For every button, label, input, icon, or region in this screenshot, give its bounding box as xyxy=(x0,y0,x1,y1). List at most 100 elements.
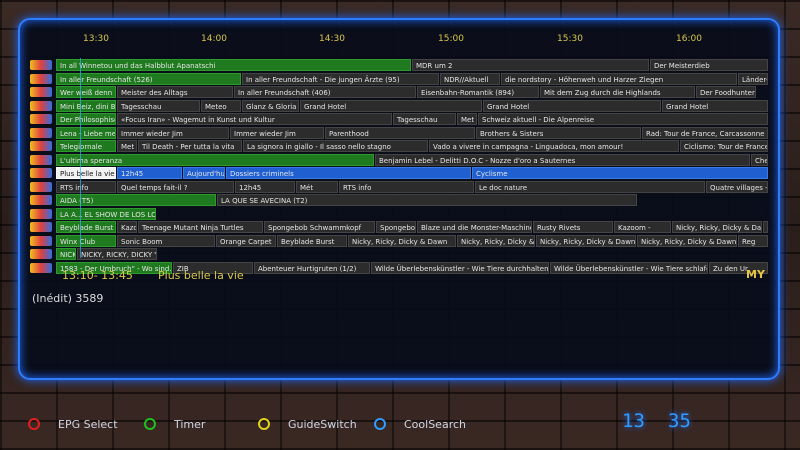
program-cell[interactable]: 12h45 xyxy=(235,180,295,193)
program-cell[interactable]: Tagesschau xyxy=(393,113,456,125)
program-cell[interactable]: Til Death - Per tutta la vita xyxy=(138,140,242,152)
program-cell[interactable]: Aujourd'hui xyxy=(183,167,225,179)
program-cell[interactable]: RTS info xyxy=(56,180,116,193)
program-cell[interactable]: die nordstory - Höhenweh und Harzer Zieg… xyxy=(501,72,737,85)
program-cell[interactable]: Immer wieder Jim xyxy=(117,126,229,139)
program-cell[interactable]: Dossiers criminels xyxy=(226,167,471,179)
program-cell[interactable]: Benjamin Lebel - Delitti D.O.C - Nozze d… xyxy=(375,153,750,166)
program-cell[interactable]: NDR//Aktuell xyxy=(440,72,500,85)
program-cell[interactable]: Wilde Überlebenskünstler - Wie Tiere dur… xyxy=(371,261,549,274)
program-cell[interactable]: Brothers & Sisters xyxy=(476,126,641,139)
program-cell[interactable]: Ciclismo: Tour de France 2018 - 16. tapp xyxy=(680,140,768,152)
timer-button[interactable]: Timer xyxy=(144,412,205,436)
program-cell[interactable]: Nicky, Ricky, Dicky & D xyxy=(763,221,768,233)
program-cell[interactable]: Mit dem Zug durch die Highlands xyxy=(540,86,695,98)
program-cell[interactable]: Mini Beiz, dini Beiz xyxy=(56,99,116,112)
program-cell[interactable]: Grand Hotel xyxy=(662,99,768,112)
program-cell[interactable]: Telegiornale xyxy=(56,140,116,152)
program-cell[interactable]: Spongebob xyxy=(376,221,416,233)
channel-logo-icon[interactable] xyxy=(30,154,52,165)
program-cell[interactable]: Eisenbahn-Romantik (894) xyxy=(417,86,539,98)
program-cell[interactable]: Grand Hotel xyxy=(300,99,482,112)
guide-switch-button[interactable]: GuideSwitch xyxy=(258,412,357,436)
program-cell[interactable]: Beyblade Burst xyxy=(277,234,347,247)
program-cell[interactable]: Blaze und die Monster-Maschinen xyxy=(417,221,532,233)
channel-logo-icon[interactable] xyxy=(30,222,52,232)
program-cell[interactable]: Lena - Liebe meines Lebens xyxy=(56,126,116,139)
program-cell[interactable]: Vado a vivere in campagna - Linguadoca, … xyxy=(429,140,679,152)
program-cell[interactable]: Länder-Mensche xyxy=(738,72,768,85)
channel-logo-icon[interactable] xyxy=(30,141,52,151)
program-cell[interactable]: In aller Freundschaft - Die jungen Ärzte… xyxy=(242,72,439,85)
program-cell[interactable]: Tagesschau xyxy=(117,99,200,112)
program-cell[interactable]: Parenthood xyxy=(325,126,475,139)
program-cell[interactable]: Met xyxy=(457,113,477,125)
program-cell[interactable]: Orange Carpet xyxy=(216,234,276,247)
program-cell[interactable]: Winx Club xyxy=(56,234,116,247)
program-cell[interactable]: NICKY, RICKY, DICKY Y DAWN xyxy=(77,248,157,260)
program-cell[interactable]: Nicky, Ricky, Dicky & Dawn xyxy=(536,234,636,247)
program-cell[interactable]: Grand Hotel xyxy=(483,99,661,112)
program-cell[interactable]: Le doc nature xyxy=(475,180,705,193)
channel-logo-icon[interactable] xyxy=(30,127,52,138)
program-cell[interactable]: Quatre villages - un pays xyxy=(706,180,768,193)
program-cell[interactable]: «Focus Iran» - Wagemut in Kunst und Kult… xyxy=(117,113,392,125)
program-cell[interactable]: Rusty Rivets xyxy=(533,221,613,233)
program-cell[interactable]: LA QUE SE AVECINA (T2) xyxy=(217,194,637,206)
program-cell[interactable]: Che xyxy=(751,153,768,166)
channel-logo-icon[interactable] xyxy=(30,87,52,97)
program-cell[interactable]: Beyblade Burst xyxy=(56,221,116,233)
program-cell[interactable]: Met xyxy=(117,140,137,152)
program-cell[interactable]: L'ultima speranza xyxy=(56,153,374,166)
channel-logo-icon[interactable] xyxy=(30,100,52,111)
program-cell[interactable]: NICK xyxy=(56,248,76,260)
program-cell[interactable]: Teenage Mutant Ninja Turtles xyxy=(138,221,263,233)
program-cell[interactable]: Kazo xyxy=(117,221,137,233)
channel-logo-icon[interactable] xyxy=(30,235,52,246)
program-cell[interactable]: LA A... EL SHOW DE LOS LOCOS xyxy=(56,207,156,220)
channel-logo-icon[interactable] xyxy=(30,249,52,259)
button-label: Timer xyxy=(174,417,206,431)
program-cell[interactable]: 12h45 xyxy=(117,167,182,179)
program-cell[interactable]: Quel temps fait-il ? xyxy=(117,180,234,193)
channel-logo-icon[interactable] xyxy=(30,73,52,84)
program-cell[interactable]: Wilde Überlebenskünstler - Wie Tiere sch… xyxy=(550,261,708,274)
epg-select-button[interactable]: EPG Select xyxy=(28,412,118,436)
program-cell[interactable]: Abenteuer Hurtigruten (1/2) xyxy=(254,261,370,274)
channel-logo-icon[interactable] xyxy=(30,168,52,178)
program-cell[interactable]: Mét xyxy=(296,180,338,193)
program-cell[interactable]: RTS info xyxy=(339,180,474,193)
channel-logo-icon[interactable] xyxy=(30,60,52,70)
program-cell[interactable]: Wer weiß denn ? xyxy=(56,86,116,98)
program-cell[interactable]: Nicky, Ricky, Dicky & Dawn xyxy=(637,234,737,247)
program-cell[interactable]: Cyclisme xyxy=(472,167,768,179)
channel-logo-icon[interactable] xyxy=(30,181,52,192)
channel-logo-icon[interactable] xyxy=(30,114,52,124)
channel-logo-icon[interactable] xyxy=(30,208,52,219)
program-cell[interactable]: Nicky, Ricky, Dicky & Dawn xyxy=(672,221,762,233)
program-cell[interactable]: Meister des Alltags xyxy=(117,86,233,98)
program-cell[interactable]: Kazoom - xyxy=(614,221,671,233)
program-cell[interactable]: In aller Freundschaft (526) xyxy=(56,72,241,85)
program-cell[interactable]: In all Winnetou und das Halbblut Apanats… xyxy=(56,59,411,71)
program-cell[interactable]: La signora in giallo - Il sasso nello st… xyxy=(243,140,428,152)
program-cell[interactable]: Rad: Tour de France, Carcassonne xyxy=(642,126,768,139)
program-cell[interactable]: Plus belle la vie xyxy=(56,167,116,179)
program-cell[interactable]: Nicky, Ricky, Dicky & D xyxy=(457,234,535,247)
program-cell[interactable]: MDR um 2 xyxy=(412,59,649,71)
program-cell[interactable]: Glanz & Gloria xyxy=(242,99,299,112)
cool-search-button[interactable]: CoolSearch xyxy=(374,412,466,436)
program-cell[interactable]: Der Foodhunter xyxy=(696,86,756,98)
program-cell[interactable]: Der Meisterdieb xyxy=(650,59,768,71)
program-cell[interactable]: Nicky, Ricky, Dicky & Dawn xyxy=(348,234,456,247)
program-cell[interactable]: Meteo xyxy=(201,99,241,112)
program-cell[interactable]: In aller Freundschaft (406) xyxy=(234,86,416,98)
program-cell[interactable]: Sonic Boom xyxy=(117,234,215,247)
channel-logo-icon[interactable] xyxy=(30,195,52,205)
program-cell[interactable]: Reg xyxy=(738,234,768,247)
channel-logo-icon[interactable] xyxy=(30,262,52,273)
program-cell[interactable]: Spongebob Schwammkopf xyxy=(264,221,375,233)
program-cell[interactable]: Schweiz aktuell - Die Alpenreise xyxy=(478,113,768,125)
program-cell[interactable]: Der Philosophische Stammtisch xyxy=(56,113,116,125)
program-cell[interactable]: Immer wieder Jim xyxy=(230,126,324,139)
